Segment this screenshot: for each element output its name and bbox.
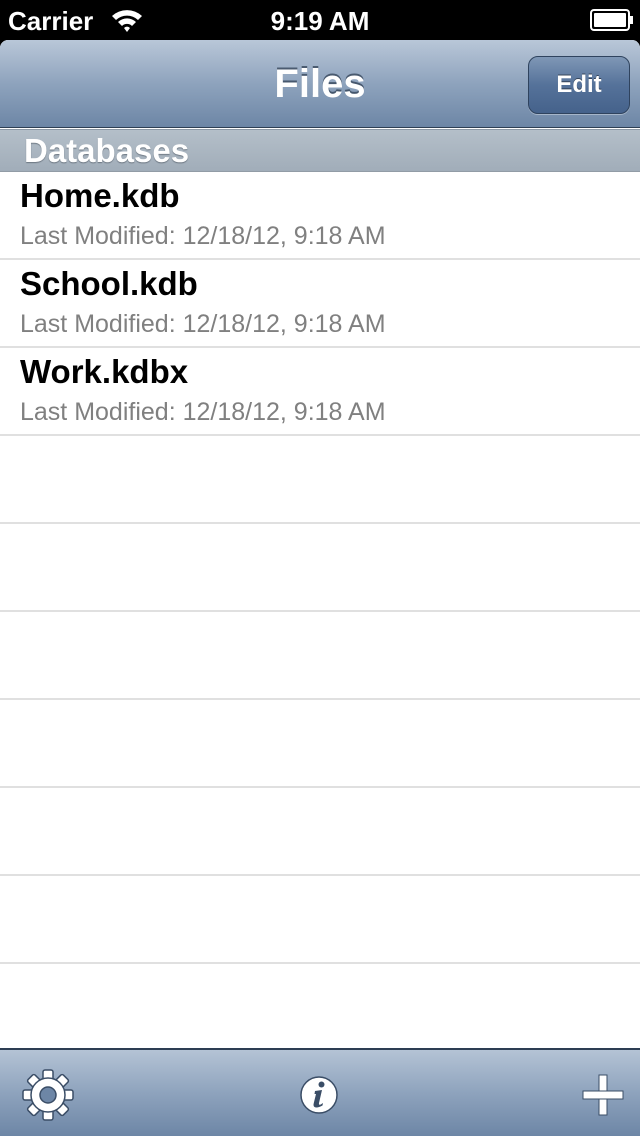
empty-row: [0, 612, 640, 700]
section-header-databases: Databases: [0, 129, 640, 172]
file-name: Home.kdb: [20, 177, 180, 214]
section-title: Databases: [24, 132, 190, 169]
file-modified: Last Modified: 12/18/12, 9:18 AM: [20, 398, 386, 426]
status-bar: Carrier 9:19 AM: [0, 0, 640, 40]
plus-icon[interactable]: [576, 1068, 630, 1122]
file-modified: Last Modified: 12/18/12, 9:18 AM: [20, 222, 386, 250]
edit-button[interactable]: Edit: [528, 56, 630, 114]
file-row-home[interactable]: Home.kdb Last Modified: 12/18/12, 9:18 A…: [0, 172, 640, 260]
status-time: 9:19 AM: [270, 6, 370, 36]
battery-icon: [590, 9, 633, 31]
file-row-school[interactable]: School.kdb Last Modified: 12/18/12, 9:18…: [0, 260, 640, 348]
files-table: Home.kdb Last Modified: 12/18/12, 9:18 A…: [0, 172, 640, 1052]
info-icon[interactable]: [292, 1068, 346, 1122]
empty-row: [0, 876, 640, 964]
empty-row: [0, 700, 640, 788]
file-row-work[interactable]: Work.kdbx Last Modified: 12/18/12, 9:18 …: [0, 348, 640, 436]
gear-icon[interactable]: [21, 1068, 75, 1122]
empty-row: [0, 788, 640, 876]
empty-row: [0, 436, 640, 524]
bottom-toolbar: [0, 1048, 640, 1136]
file-modified: Last Modified: 12/18/12, 9:18 AM: [20, 310, 386, 338]
file-name: Work.kdbx: [20, 353, 189, 390]
empty-row: [0, 524, 640, 612]
empty-row: [0, 964, 640, 1052]
app-window: Files Edit Databases Home.kdb Last Modif…: [0, 40, 640, 1136]
navigation-bar: Files Edit: [0, 40, 640, 128]
file-name: School.kdb: [20, 265, 198, 302]
